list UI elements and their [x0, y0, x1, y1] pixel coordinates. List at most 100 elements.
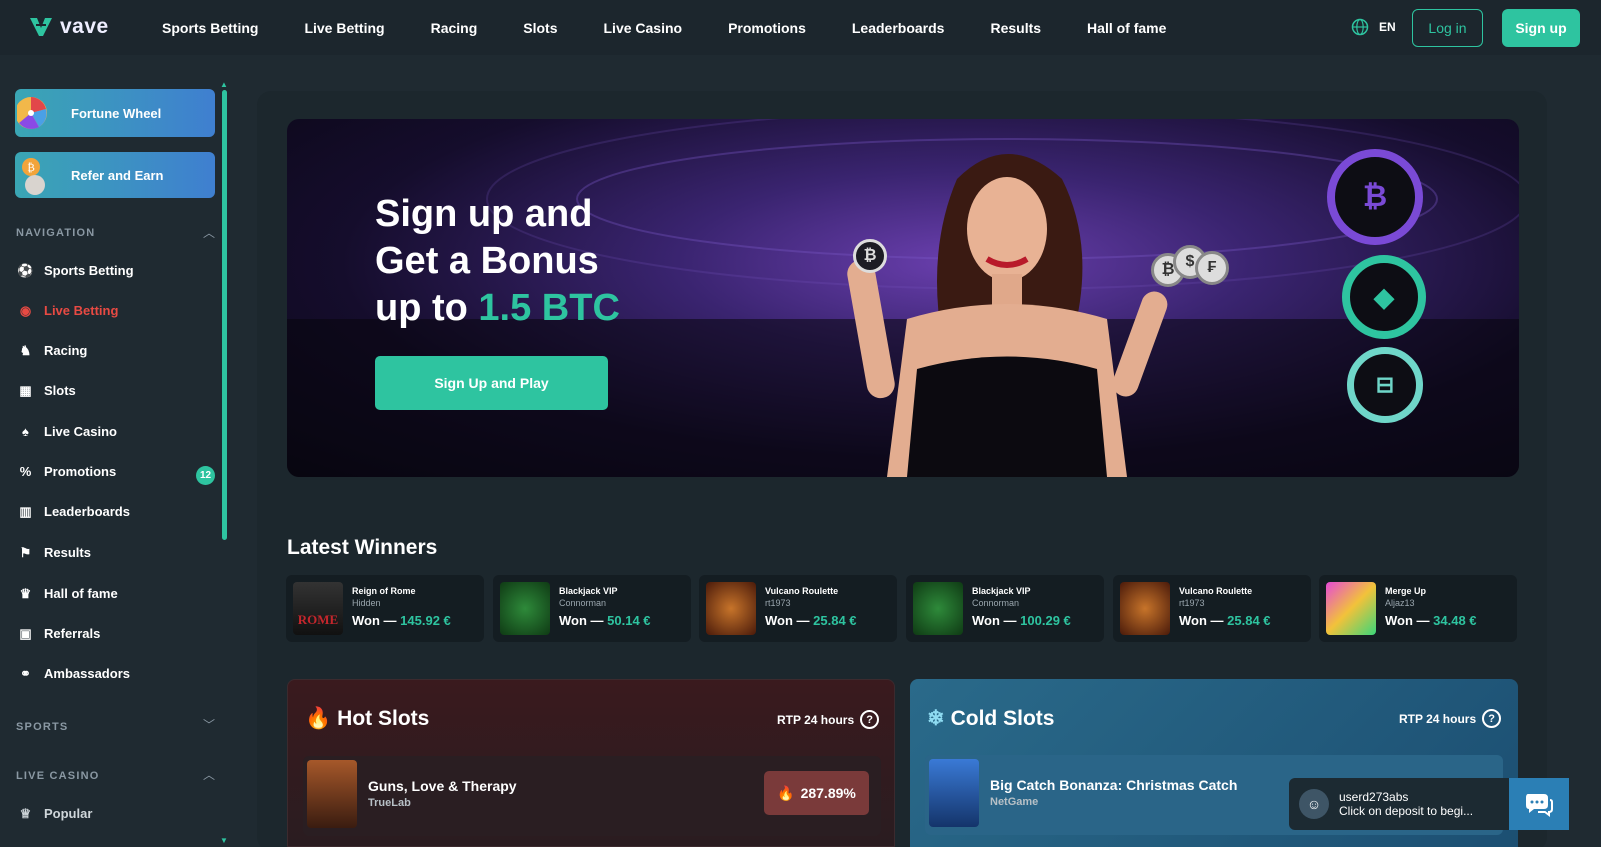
hot-slot-row[interactable]: Guns, Love & Therapy TrueLab 🔥 287.89% — [303, 756, 881, 836]
cold-slots-title-text: Cold Slots — [950, 706, 1055, 730]
winner-game-name: Merge Up — [1385, 586, 1427, 596]
sidebar-item-label: Referrals — [44, 626, 101, 641]
winner-user: Connorman — [559, 598, 607, 608]
sidebar-item-label: Results — [44, 545, 91, 560]
nav-leaderboards[interactable]: Leaderboards — [852, 20, 945, 36]
merge-up-thumbnail — [1326, 582, 1376, 635]
cards-icon: ♠ — [22, 424, 29, 439]
slot-provider: TrueLab — [368, 797, 411, 809]
language-selector[interactable]: EN — [1351, 18, 1396, 36]
winner-game-name: Reign of Rome — [352, 586, 416, 596]
fire-icon: 🔥 — [305, 707, 332, 730]
sidebar-item-sports-betting[interactable]: ⚽ Sports Betting — [17, 262, 134, 279]
slot-machine-icon: ▦ — [19, 382, 32, 398]
winner-card[interactable]: Blackjack VIP Connorman Won — 50.14 € — [493, 575, 691, 642]
fire-icon: 🔥 — [777, 784, 795, 801]
won-amount: 145.92 € — [400, 613, 451, 628]
nav-sports-betting[interactable]: Sports Betting — [162, 20, 258, 36]
nav-racing[interactable]: Racing — [431, 20, 478, 36]
chat-button[interactable] — [1509, 778, 1569, 830]
hero-line-1: Sign up and — [375, 193, 593, 235]
chevron-down-icon[interactable]: ﹀ — [203, 716, 215, 733]
franc-coin-icon: ₣ — [1195, 251, 1229, 285]
winner-card[interactable]: ROME Reign of Rome Hidden Won — 145.92 € — [286, 575, 484, 642]
won-amount: 25.84 € — [1227, 613, 1271, 628]
nav-live-casino[interactable]: Live Casino — [604, 20, 683, 36]
nav-results[interactable]: Results — [990, 20, 1041, 36]
slot-name: Guns, Love & Therapy — [368, 778, 517, 794]
rtp-value: 287.89% — [800, 785, 856, 801]
winner-card[interactable]: Blackjack VIP Connorman Won — 100.29 € — [906, 575, 1104, 642]
sidebar-item-leaderboards[interactable]: ▥ Leaderboards — [17, 503, 130, 520]
winner-user: Connorman — [972, 598, 1020, 608]
hot-slots-title-text: Hot Slots — [337, 707, 430, 730]
sidebar-item-referrals[interactable]: ▣ Referrals — [17, 625, 100, 642]
chevron-up-icon[interactable]: ︿ — [203, 224, 215, 241]
help-icon[interactable]: ? — [1482, 709, 1502, 728]
fortune-wheel-label: Fortune Wheel — [71, 105, 162, 121]
help-icon[interactable]: ? — [860, 710, 880, 729]
refer-earn-card[interactable]: ₿ Refer and Earn — [15, 152, 215, 198]
hot-slots-panel: 🔥 Hot Slots RTP 24 hours ? Guns, Love & … — [287, 679, 895, 847]
live-casino-section-title: LIVE CASINO — [16, 770, 100, 782]
winner-game-name: Blackjack VIP — [559, 586, 618, 596]
refer-earn-label: Refer and Earn — [71, 167, 164, 183]
winner-game-name: Vulcano Roulette — [765, 586, 839, 596]
vave-logo[interactable]: vave — [28, 14, 109, 40]
hero-headline: Sign up and Get a Bonus up to 1.5 BTC — [375, 191, 620, 332]
sidebar-item-live-casino[interactable]: ♠ Live Casino — [17, 423, 117, 440]
winner-card[interactable]: Vulcano Roulette rt1973 Won — 25.84 € — [1113, 575, 1311, 642]
hall-of-fame-icon: ♛ — [19, 585, 32, 601]
sidebar-item-label: Sports Betting — [44, 263, 134, 278]
fortune-wheel-card[interactable]: Fortune Wheel — [15, 89, 215, 137]
cold-rtp-selector[interactable]: RTP 24 hours ? — [1399, 709, 1502, 728]
brand-name: vave — [60, 15, 109, 38]
guns-love-therapy-thumbnail — [307, 760, 357, 828]
sidebar-item-results[interactable]: ⚑ Results — [17, 544, 91, 561]
sidebar-item-label: Hall of fame — [44, 586, 118, 601]
winner-game-name: Blackjack VIP — [972, 586, 1031, 596]
sidebar-item-popular[interactable]: ♕ Popular — [17, 805, 93, 822]
sidebar-scroll-down[interactable]: ▼ — [220, 836, 228, 845]
hot-rtp-selector[interactable]: RTP 24 hours ? — [777, 710, 880, 729]
chevron-up-icon[interactable]: ︿ — [203, 766, 215, 783]
nav-live-betting[interactable]: Live Betting — [304, 20, 384, 36]
chat-preview[interactable]: ☺ userd273abs Click on deposit to begi..… — [1289, 778, 1509, 830]
sidebar-item-ambassadors[interactable]: ⚭ Ambassadors — [17, 665, 130, 682]
navigation-section-title: NAVIGATION — [16, 227, 96, 239]
svg-text:ROME: ROME — [298, 612, 338, 627]
hero-line-3: up to 1.5 BTC — [375, 285, 620, 332]
soccer-ball-icon: ⚽ — [17, 262, 34, 278]
sidebar-item-label: Racing — [44, 343, 88, 358]
snowflake-icon: ❄ — [927, 707, 945, 730]
hero-banner[interactable]: Sign up and Get a Bonus up to 1.5 BTC Si… — [287, 119, 1519, 477]
avatar: ☺ — [1299, 789, 1329, 819]
winner-card[interactable]: Vulcano Roulette rt1973 Won — 25.84 € — [699, 575, 897, 642]
signup-button[interactable]: Sign up — [1502, 9, 1580, 47]
won-label: Won — — [972, 613, 1017, 628]
signup-and-play-button[interactable]: Sign Up and Play — [375, 356, 608, 410]
sidebar-scroll-up[interactable]: ▲ — [220, 80, 228, 89]
sidebar-item-racing[interactable]: ♞ Racing — [17, 342, 88, 359]
language-code: EN — [1379, 20, 1396, 34]
winner-amount: Won — 25.84 € — [1179, 613, 1271, 628]
won-amount: 100.29 € — [1020, 613, 1071, 628]
bitcoin-token-icon: ₿ — [1327, 149, 1423, 245]
sidebar-item-live-betting[interactable]: ◉ Live Betting — [17, 302, 119, 319]
sidebar-item-label: Live Casino — [44, 424, 117, 439]
hero-line-3-prefix: up to — [375, 287, 479, 329]
sidebar-scrollbar[interactable] — [222, 90, 227, 540]
nav-promotions[interactable]: Promotions — [728, 20, 806, 36]
winner-card[interactable]: Merge Up Aljaz13 Won — 34.48 € — [1319, 575, 1517, 642]
sidebar-item-slots[interactable]: ▦ Slots — [17, 382, 75, 399]
promotions-icon: % — [19, 464, 32, 479]
nav-slots[interactable]: Slots — [523, 20, 557, 36]
nav-hall-of-fame[interactable]: Hall of fame — [1087, 20, 1166, 36]
vave-logo-icon — [30, 18, 52, 36]
login-button[interactable]: Log in — [1412, 9, 1483, 47]
chat-user: userd273abs — [1339, 790, 1409, 804]
sidebar-item-promotions[interactable]: % Promotions — [17, 463, 117, 480]
rtp-label: RTP 24 hours — [777, 712, 855, 727]
sidebar-item-label: Ambassadors — [44, 666, 130, 681]
sidebar-item-hall-of-fame[interactable]: ♛ Hall of fame — [17, 585, 118, 602]
